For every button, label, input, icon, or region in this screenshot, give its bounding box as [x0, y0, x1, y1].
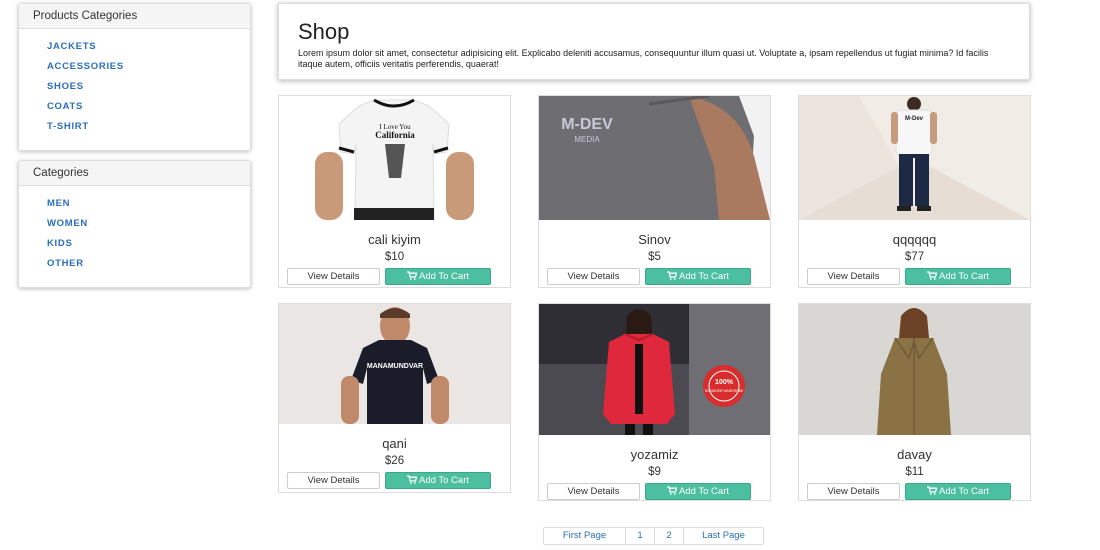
- last-page-link[interactable]: Last Page: [683, 527, 764, 545]
- product-card: davay $11 View Details Add To Cart: [798, 303, 1031, 501]
- add-to-cart-label: Add To Cart: [419, 475, 469, 486]
- first-page-link[interactable]: First Page: [543, 527, 626, 545]
- product-card: 100% DESIGNER WARDROBE yozamiz $9 View D…: [538, 303, 771, 501]
- view-details-button[interactable]: View Details: [807, 268, 900, 285]
- product-image[interactable]: [799, 304, 1030, 435]
- add-to-cart-label: Add To Cart: [679, 271, 729, 282]
- shirt-print: M-DEV: [561, 116, 613, 133]
- product-name[interactable]: davay: [799, 447, 1030, 462]
- sidebar-item-shoes[interactable]: SHOES: [47, 81, 84, 92]
- product-name[interactable]: qani: [279, 436, 510, 451]
- product-price: $26: [384, 455, 405, 467]
- product-name[interactable]: Sinov: [539, 232, 770, 247]
- products-categories-title: Products Categories: [19, 4, 250, 29]
- add-to-cart-label: Add To Cart: [419, 271, 469, 282]
- product-name[interactable]: yozamiz: [539, 447, 770, 462]
- categories-title: Categories: [19, 161, 250, 186]
- shirt-print: M-Dev: [905, 116, 924, 122]
- categories-panel: Categories MEN WOMEN KIDS OTHER: [18, 160, 251, 288]
- view-details-button[interactable]: View Details: [807, 483, 900, 500]
- product-price: $11: [905, 466, 924, 478]
- view-details-button[interactable]: View Details: [547, 268, 640, 285]
- shirt-print-sub: MEDIA: [574, 135, 600, 144]
- shop-header: Shop Lorem ipsum dolor sit amet, consect…: [278, 3, 1030, 80]
- add-to-cart-button[interactable]: Add To Cart: [905, 268, 1011, 285]
- sidebar-item-kids[interactable]: KIDS: [47, 238, 73, 249]
- sidebar-item-men[interactable]: MEN: [47, 198, 70, 209]
- cart-icon: [667, 271, 677, 280]
- add-to-cart-label: Add To Cart: [939, 486, 989, 497]
- product-image[interactable]: I Love You California: [279, 96, 510, 220]
- sidebar-item-jackets[interactable]: JACKETS: [47, 41, 96, 52]
- view-details-button[interactable]: View Details: [547, 483, 640, 500]
- pagination: First Page 1 2 Last Page: [543, 527, 764, 545]
- add-to-cart-label: Add To Cart: [679, 486, 729, 497]
- add-to-cart-button[interactable]: Add To Cart: [645, 483, 751, 500]
- page-link-2[interactable]: 2: [654, 527, 684, 545]
- product-image[interactable]: M-Dev: [799, 96, 1030, 220]
- product-price: $10: [384, 251, 405, 263]
- add-to-cart-button[interactable]: Add To Cart: [385, 268, 491, 285]
- view-details-button[interactable]: View Details: [287, 472, 380, 489]
- page-title: Shop: [298, 19, 350, 44]
- product-price: $5: [648, 251, 661, 263]
- cart-icon: [407, 271, 417, 280]
- products-categories-list: JACKETS ACCESSORIES SHOES COATS T-SHIRT: [19, 29, 250, 135]
- cart-icon: [667, 486, 677, 495]
- product-card: M-Dev qqqqqq $77 View Details Add To Car…: [798, 95, 1031, 288]
- products-categories-panel: Products Categories JACKETS ACCESSORIES …: [18, 3, 251, 151]
- product-image[interactable]: MANAMUNDVAR: [279, 304, 510, 424]
- page-link-1[interactable]: 1: [625, 527, 655, 545]
- cart-icon: [407, 475, 417, 484]
- product-price: $77: [904, 251, 925, 263]
- add-to-cart-button[interactable]: Add To Cart: [645, 268, 751, 285]
- product-card: M-DEV MEDIA Sinov $5 View Details Add To…: [538, 95, 771, 288]
- product-image[interactable]: M-DEV MEDIA: [539, 96, 770, 220]
- sidebar-item-accessories[interactable]: ACCESSORIES: [47, 61, 124, 72]
- sidebar-item-women[interactable]: WOMEN: [47, 218, 88, 229]
- sidebar-item-other[interactable]: OTHER: [47, 258, 84, 269]
- shirt-print: MANAMUNDVAR: [367, 363, 423, 370]
- add-to-cart-button[interactable]: Add To Cart: [385, 472, 491, 489]
- page-description: Lorem ipsum dolor sit amet, consectetur …: [298, 48, 989, 69]
- sidebar-item-coats[interactable]: COATS: [47, 101, 83, 112]
- product-price: $9: [648, 466, 661, 478]
- product-name[interactable]: qqqqqq: [799, 232, 1030, 247]
- badge-text: 100%: [715, 379, 734, 386]
- cart-icon: [927, 271, 937, 280]
- view-details-button[interactable]: View Details: [287, 268, 380, 285]
- product-card: I Love You California cali kiyim $10 Vie…: [278, 95, 511, 288]
- categories-list: MEN WOMEN KIDS OTHER: [19, 186, 250, 272]
- shirt-print-line2: California: [375, 130, 415, 140]
- cart-icon: [927, 486, 937, 495]
- badge-ring-text: DESIGNER WARDROBE: [705, 389, 744, 393]
- product-card: MANAMUNDVAR qani $26 View Details Add To…: [278, 303, 511, 493]
- add-to-cart-button[interactable]: Add To Cart: [905, 483, 1011, 500]
- sidebar-item-tshirt[interactable]: T-SHIRT: [47, 121, 89, 132]
- product-name[interactable]: cali kiyim: [279, 232, 510, 247]
- add-to-cart-label: Add To Cart: [939, 271, 989, 282]
- product-image[interactable]: 100% DESIGNER WARDROBE: [539, 304, 770, 435]
